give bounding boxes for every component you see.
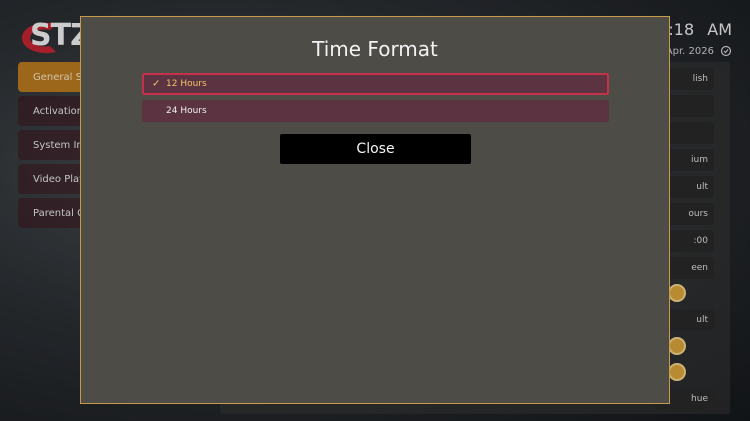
option-12-hours[interactable]: ✓ 12 Hours	[142, 73, 609, 95]
close-button[interactable]: Close	[280, 134, 471, 164]
time-format-dialog: Time Format ✓ 12 Hours 24 Hours Close	[80, 16, 670, 404]
option-label: 12 Hours	[166, 79, 207, 89]
option-24-hours[interactable]: 24 Hours	[142, 100, 609, 122]
option-label: 24 Hours	[166, 106, 207, 116]
dialog-title: Time Format	[312, 37, 438, 61]
check-icon: ✓	[152, 78, 161, 90]
